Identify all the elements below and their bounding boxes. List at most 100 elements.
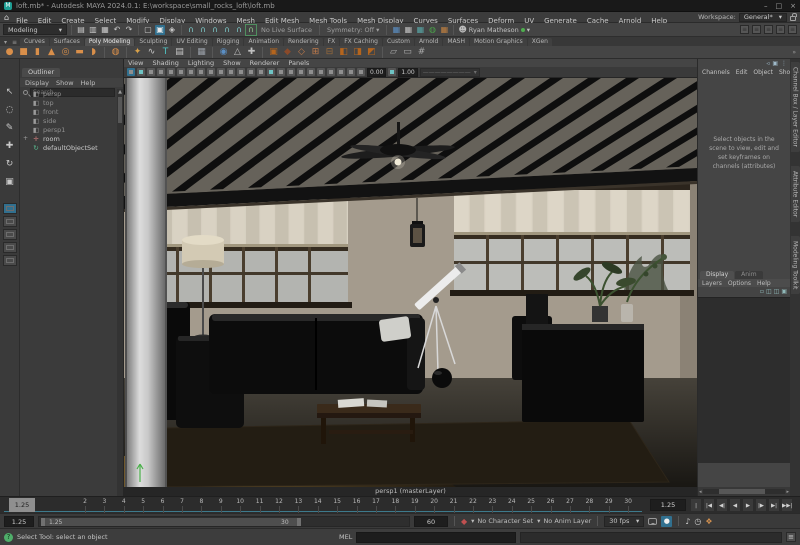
shelf-overflow-icon[interactable]: » [792,49,796,56]
step-forward-frame-button[interactable]: |▶ [755,498,767,512]
playback-options-icon[interactable] [648,518,657,525]
layout-button-4[interactable] [3,242,17,253]
new-layer-icon-3[interactable]: ◫ [774,288,780,295]
outliner-item-persp[interactable]: ◧persp [20,89,117,98]
viewport-toolbar-icon-16[interactable] [277,68,285,76]
outliner-menu-display[interactable]: Display [25,79,49,87]
shelf-tab-motion-graphics[interactable]: Motion Graphics [470,38,527,46]
shelf-tab-mash[interactable]: MASH [443,38,469,46]
anim-layer-dropdown[interactable]: ▾No Anim Layer [537,517,591,525]
close-button[interactable]: × [790,2,796,10]
viewport-toolbar-icon-23[interactable] [347,68,355,76]
side-tab-attribute-editor[interactable]: Attribute Editor [791,166,800,222]
shelf-tab-fx[interactable]: FX [324,38,340,46]
time-slider[interactable]: 1.25 23456789101112131415161718192021222… [0,496,800,513]
animation-start-field[interactable]: 1.25 [4,516,34,527]
script-editor-icon[interactable]: ≡ [786,532,796,542]
snap-point-icon[interactable]: ∩ [210,25,220,35]
viewport-toolbar-icon-24[interactable] [357,68,365,76]
shelf-tab-sculpting[interactable]: Sculpting [135,38,171,46]
go-to-start-button[interactable]: |◀◀ [690,498,702,512]
menu-set-dropdown[interactable]: Modeling▾ [3,24,67,35]
layout-button-3[interactable] [3,229,17,240]
viewport-toolbar-icon-14[interactable] [257,68,265,76]
play-forwards-button[interactable]: ▶ [742,498,754,512]
bind-icon[interactable]: ✚ [246,47,257,58]
channel-display-icon-3[interactable]: ⋮ [781,60,787,67]
no-live-surface-label[interactable]: No Live Surface [258,26,315,34]
svg-tool-icon[interactable]: ▤ [174,47,185,58]
maximize-button[interactable]: □ [776,2,783,10]
new-layer-icon-4[interactable]: ▣ [781,288,787,295]
new-scene-icon[interactable]: ▤ [76,25,86,35]
exposure-field[interactable]: 0.00 [367,68,386,77]
scroll-left-icon[interactable]: ◂ [699,489,702,495]
snap-curve-icon[interactable]: ∩ [198,25,208,35]
layer-tab-anim[interactable]: Anim [735,271,762,279]
select-tool-icon[interactable]: ↖ [3,85,17,99]
viewport-toolbar-icon-22[interactable] [337,68,345,76]
viewport-toolbar-icon-6[interactable] [177,68,185,76]
viewport-toolbar-icon-15[interactable] [267,68,275,76]
outliner-menu-show[interactable]: Show [56,79,74,87]
channelbox-menu-object[interactable]: Object [753,69,773,76]
viewport-toolbar-icon-19[interactable] [307,68,315,76]
sidebar-toggle-icon-2[interactable]: ≡ [752,25,761,34]
viewport-toolbar-icon-7[interactable] [187,68,195,76]
gamma-field[interactable]: 1.00 [398,68,417,77]
new-layer-icon-1[interactable]: ▫ [760,288,764,295]
layout-button-5[interactable] [3,255,17,266]
render-settings-icon[interactable]: ▦ [415,25,425,35]
image-plane-icon[interactable]: ▦ [196,47,207,58]
channel-display-icon-2[interactable]: ▣ [772,60,778,67]
symmetry-dropdown[interactable]: Symmetry: Off ▾ [324,26,382,34]
animation-end-field[interactable]: 60 [414,516,448,527]
scale-tool-icon[interactable]: ▣ [3,175,17,189]
gamma-icon[interactable] [388,68,396,76]
current-frame-marker[interactable]: 1.25 [9,498,35,512]
rotate-tool-icon[interactable]: ↻ [3,157,17,171]
sidebar-toggle-icon-1[interactable]: ≡ [740,25,749,34]
shelf-menu-icon[interactable]: ▾ [2,39,9,46]
select-component-icon[interactable]: ◈ [167,25,177,35]
snap-grid-icon[interactable]: ∩ [186,25,196,35]
viewport-toolbar-icon-1[interactable] [127,68,135,76]
outliner-item-side[interactable]: ◧side [20,116,117,125]
viewport-toolbar-icon-10[interactable] [217,68,225,76]
layer-menu-options[interactable]: Options [728,280,751,287]
undo-icon[interactable]: ↶ [112,25,122,35]
animation-prefs-clock-icon[interactable]: ◷ [694,517,701,526]
layer-tab-display[interactable]: Display [700,271,734,279]
fill-hole-icon[interactable]: ⊟ [324,47,335,58]
side-tab-channel-box-layer-editor[interactable]: Channel Box / Layer Editor [791,62,800,152]
poly-sphere-icon[interactable]: ● [4,47,15,58]
channelbox-menu-channels[interactable]: Channels [702,69,730,76]
range-end-handle[interactable] [297,518,301,526]
layout-button-2[interactable] [3,216,17,227]
side-tab-modeling-toolkit[interactable]: Modeling Toolkit [791,236,800,294]
outliner-item-persp1[interactable]: ◧persp1 [20,125,117,134]
quad-draw-icon[interactable]: # [416,47,427,58]
shelf-tab-poly-modeling[interactable]: Poly Modeling [85,38,135,46]
shelf-tab-custom[interactable]: Custom [383,38,414,46]
viewport-scene[interactable] [124,78,697,487]
snap-view-icon[interactable]: ∩ [234,25,244,35]
type-tool-icon[interactable]: T [160,47,171,58]
viewport-menu-show[interactable]: Show [223,59,241,67]
boolean-diff-icon[interactable]: ◆ [282,47,293,58]
viewport-toolbar-icon-3[interactable] [147,68,155,76]
new-layer-icon-2[interactable]: ◫ [766,288,772,295]
render-view-icon[interactable]: ▦ [391,25,401,35]
channel-display-icon-1[interactable]: ◃ [766,60,769,67]
playback-range-slider[interactable]: 1.25 30 [38,516,410,527]
light-editor-icon[interactable]: ▦ [439,25,449,35]
layer-list[interactable] [698,297,790,463]
viewport-toolbar-icon-5[interactable] [167,68,175,76]
platonic-icon[interactable]: ✦ [132,47,143,58]
user-account-menu[interactable]: ☻ Ryan Matheson ▾ [458,25,530,34]
layer-menu-help[interactable]: Help [757,280,771,287]
minimize-button[interactable]: – [764,2,768,10]
poly-cylinder-icon[interactable]: ▮ [32,47,43,58]
outliner-item-room[interactable]: +✛room [20,134,117,143]
layer-menu-layers[interactable]: Layers [702,280,722,287]
